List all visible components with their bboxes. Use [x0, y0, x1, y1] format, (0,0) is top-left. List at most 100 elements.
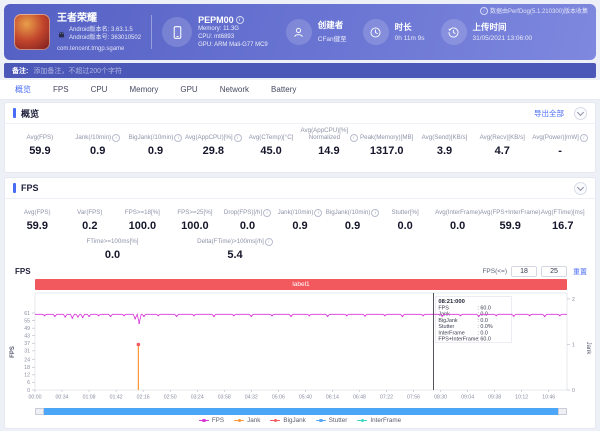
tab-FPS[interactable]: FPS — [42, 80, 80, 99]
fps-threshold-input-1[interactable] — [511, 266, 537, 277]
metric-label: FPS>=18[%] — [125, 210, 160, 217]
info-icon[interactable]: i — [314, 209, 322, 217]
legend-marker — [316, 420, 326, 422]
svg-text:2: 2 — [572, 297, 575, 303]
metric-label: Avg(FPS+InterFrame) — [480, 210, 541, 217]
metric-label: Drop(FPS)[/h] — [224, 210, 262, 217]
metric-label: Avg(AppCPU)[%] — [185, 135, 233, 142]
metric-BigJank(/10min): BigJank(/10min)i0.9 — [127, 128, 185, 157]
note-bar[interactable]: 备注: 添加备注，不超过200个字符 — [4, 63, 596, 78]
legend-item-Jank[interactable]: Jank — [234, 417, 260, 424]
metric-value: 5.4 — [227, 249, 242, 261]
section-marker — [13, 108, 16, 118]
metric-Avg(AppCPU)[%]: Avg(AppCPU)[%]i 29.8 — [184, 128, 242, 157]
info-icon[interactable]: i — [236, 16, 244, 24]
metric-Jank(/10min): Jank(/10min)i0.9 — [274, 203, 327, 232]
fps-chart-title: FPS — [15, 267, 31, 276]
svg-text:08:21:000: 08:21:000 — [438, 299, 464, 305]
info-icon[interactable]: i — [580, 134, 588, 142]
legend-label: Stutter — [329, 417, 348, 424]
info-icon[interactable]: i — [234, 134, 242, 142]
metric-value: 45.0 — [260, 145, 281, 157]
collapse-fps-button[interactable] — [574, 182, 587, 195]
legend-item-Stutter[interactable]: Stutter — [316, 417, 348, 424]
info-icon[interactable]: i — [112, 134, 120, 142]
person-icon — [286, 19, 312, 45]
metric-label: BigJank(/10min) — [326, 210, 371, 217]
chart-scrollbar[interactable] — [35, 408, 567, 415]
svg-text:01:08: 01:08 — [83, 395, 96, 401]
scrollbar-track[interactable] — [44, 408, 558, 415]
fps-filter-label: FPS(<=) — [482, 268, 507, 275]
metric-label: Delta(FTime)>100ms[/h] — [197, 239, 264, 246]
app-version-code: Android版本号: 363010502 — [69, 35, 141, 43]
legend-marker — [270, 420, 280, 422]
report-header: i 数据由PerfDog(5.1.210300)版本收集 王者荣耀 — [4, 4, 596, 60]
svg-text:05:40: 05:40 — [299, 395, 312, 401]
fps-threshold-input-2[interactable] — [541, 266, 567, 277]
svg-text:0: 0 — [572, 388, 575, 394]
upload-summary: 上传时间 31/05/2021 13:06:00 — [441, 19, 533, 45]
metric-value: 16.7 — [552, 220, 573, 232]
svg-text:0: 0 — [27, 388, 30, 394]
legend-item-InterFrame[interactable]: InterFrame — [357, 417, 401, 424]
creator-label: 创建者 — [318, 21, 347, 30]
metric-label: Avg(Power)[mW] — [532, 135, 579, 142]
svg-text:37: 37 — [24, 341, 30, 347]
scrollbar-right-handle[interactable] — [558, 408, 567, 415]
svg-text:03:58: 03:58 — [218, 395, 231, 401]
metric-value: - — [558, 145, 562, 157]
metric-value: 29.8 — [203, 145, 224, 157]
metric-Var(FPS): Var(FPS)0.2 — [64, 203, 117, 232]
device-gpu: GPU: ARM Mali-G77 MC9 — [198, 41, 268, 49]
info-icon[interactable]: i — [174, 134, 182, 142]
svg-text:10:12: 10:12 — [515, 395, 528, 401]
tab-Battery[interactable]: Battery — [260, 80, 307, 99]
tab-Memory[interactable]: Memory — [118, 80, 169, 99]
scrollbar-left-handle[interactable] — [35, 408, 44, 415]
section-marker — [13, 183, 16, 193]
duration-label: 时长 — [395, 23, 425, 32]
svg-text:18: 18 — [24, 365, 30, 371]
svg-text:09:38: 09:38 — [488, 395, 501, 401]
svg-text:00:00: 00:00 — [29, 395, 42, 401]
tab-概览[interactable]: 概览 — [4, 80, 42, 99]
info-icon: i — [480, 7, 488, 15]
metric-Avg(FPS): Avg(FPS)59.9 — [11, 128, 69, 157]
metric-label: Avg(CTemp)[°C] — [249, 135, 294, 142]
fps-metrics-row2: FTime>=100ms[%]0.0Delta(FTime)>100ms[/h]… — [5, 236, 595, 264]
metric-value: 59.9 — [499, 220, 520, 232]
overview-title: 概览 — [21, 107, 39, 120]
legend-item-BigJank[interactable]: BigJank — [270, 417, 305, 424]
export-all-link[interactable]: 导出全部 — [534, 108, 564, 119]
tab-GPU[interactable]: GPU — [169, 80, 208, 99]
clock-icon — [363, 19, 389, 45]
svg-text:55: 55 — [24, 318, 30, 324]
svg-text:02:50: 02:50 — [164, 395, 177, 401]
metric-label: Avg(FPS) — [24, 210, 51, 217]
metric-Delta(FTime)>100ms[/h]: Delta(FTime)>100ms[/h]i 5.4 — [170, 237, 300, 261]
app-package: com.tencent.tmgp.sgame — [57, 46, 141, 52]
tab-Network[interactable]: Network — [209, 80, 260, 99]
metric-value: 0.0 — [450, 220, 465, 232]
tab-CPU[interactable]: CPU — [80, 80, 119, 99]
fps-chart-svg[interactable]: 61554943373124181260FPS210Jank00:0000:34… — [5, 290, 595, 402]
app-name: 王者荣耀 — [57, 13, 141, 24]
collapse-overview-button[interactable] — [574, 107, 587, 120]
svg-text:1: 1 — [572, 342, 575, 348]
legend-label: InterFrame — [370, 417, 401, 424]
info-icon[interactable]: i — [350, 134, 358, 142]
svg-text:03:24: 03:24 — [191, 395, 204, 401]
game-app-icon — [14, 14, 50, 50]
info-icon[interactable]: i — [263, 209, 271, 217]
metric-Avg(Recv)[KB/s]: Avg(Recv)[KB/s]4.7 — [473, 128, 531, 157]
svg-text:07:22: 07:22 — [380, 395, 393, 401]
metric-FTime>=100ms[%]: FTime>=100ms[%]0.0 — [55, 237, 170, 261]
info-icon[interactable]: i — [265, 238, 273, 246]
android-icon — [57, 26, 66, 44]
legend-item-FPS[interactable]: FPS — [199, 417, 224, 424]
metric-label: Avg(FPS) — [27, 135, 54, 142]
app-version-name: Android版本名: 3.63.1.5 — [69, 27, 141, 35]
reset-button[interactable]: 重置 — [573, 267, 587, 277]
metric-label: Avg(FTime)[ms] — [541, 210, 585, 217]
